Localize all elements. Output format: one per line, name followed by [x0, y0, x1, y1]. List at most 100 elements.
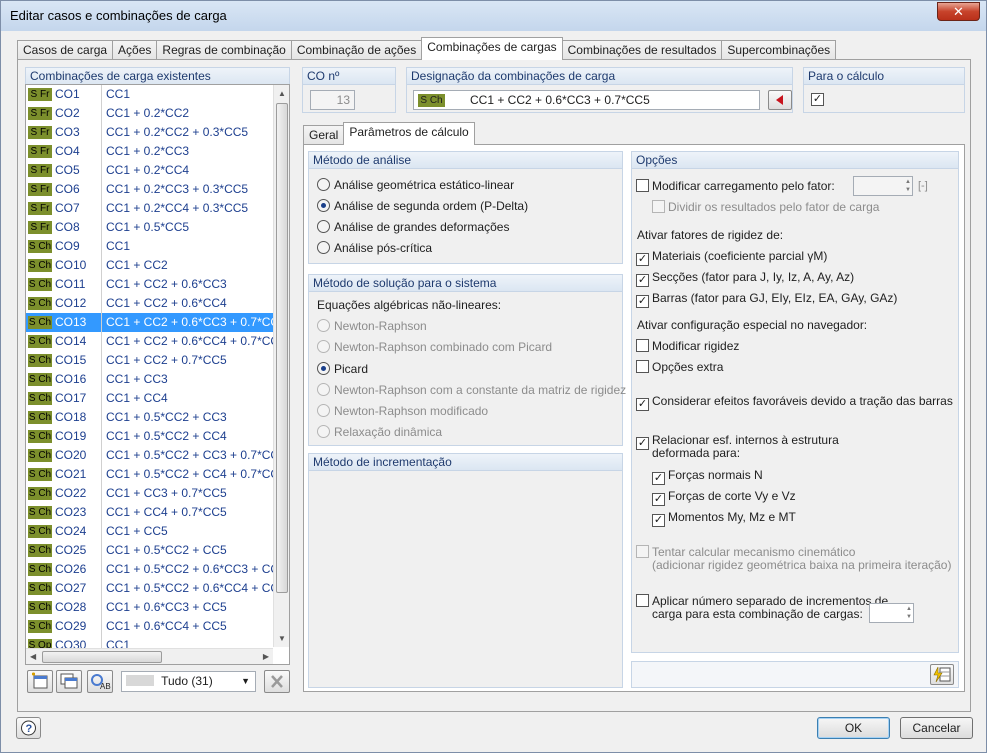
combination-formula: CC1 + CC4 + 0.7*CC5 — [106, 505, 227, 519]
action-type-badge: S Ch — [28, 506, 52, 519]
delete-combination-button[interactable] — [264, 670, 290, 693]
renumber-button[interactable]: AB — [87, 670, 113, 693]
radio-newton-raphson[interactable]: Newton-Raphson — [317, 318, 427, 334]
list-item[interactable]: S Ch CO22 CC1 + CC3 + 0.7*CC5 — [26, 484, 289, 503]
list-item[interactable]: S Ch CO17 CC1 + CC4 — [26, 389, 289, 408]
tab-combinacoes-de-cargas[interactable]: Combinações de cargas — [421, 37, 563, 60]
list-item[interactable]: S Ch CO28 CC1 + 0.6*CC3 + CC5 — [26, 598, 289, 617]
tab-combinacoes-de-resultados[interactable]: Combinações de resultados — [561, 40, 723, 60]
modify-load-factor-checkbox[interactable]: Modificar carregamento pelo fator: — [636, 178, 835, 194]
radio-dynamic-relaxation[interactable]: Relaxação dinâmica — [317, 424, 442, 440]
list-item[interactable]: S Ch CO11 CC1 + CC2 + 0.6*CC3 — [26, 275, 289, 294]
divide-results-checkbox[interactable]: Dividir os resultados pelo fator de carg… — [652, 199, 879, 215]
load-factor-field[interactable]: ▲ ▼ — [853, 176, 913, 196]
list-item[interactable]: S Ch CO26 CC1 + 0.5*CC2 + 0.6*CC3 + CC5 — [26, 560, 289, 579]
designation-arrow-button[interactable] — [768, 90, 792, 110]
list-item[interactable]: S Ch CO19 CC1 + 0.5*CC2 + CC4 — [26, 427, 289, 446]
tab-parametros-de-calculo[interactable]: Parâmetros de cálculo — [343, 122, 475, 145]
filter-select[interactable]: Tudo (31) ▼ — [121, 671, 256, 692]
list-item[interactable]: S Ch CO18 CC1 + 0.5*CC2 + CC3 — [26, 408, 289, 427]
list-item[interactable]: S Fr CO2 CC1 + 0.2*CC2 — [26, 104, 289, 123]
vertical-scrollbar[interactable]: ▲ ▼ — [273, 85, 289, 647]
list-item[interactable]: S Ch CO25 CC1 + 0.5*CC2 + CC5 — [26, 541, 289, 560]
checkbox-box: ✓ — [636, 437, 649, 450]
radio-p-delta[interactable]: Análise de segunda ordem (P-Delta) — [317, 198, 528, 214]
normal-forces-checkbox[interactable]: ✓ Forças normais N — [652, 467, 763, 485]
ok-button[interactable]: OK — [817, 717, 890, 739]
list-item[interactable]: S Ch CO12 CC1 + CC2 + 0.6*CC4 — [26, 294, 289, 313]
favorable-tension-checkbox[interactable]: ✓ Considerar efeitos favoráveis devido a … — [636, 393, 953, 411]
list-item[interactable]: S Ch CO27 CC1 + 0.5*CC2 + 0.6*CC4 + CC5 — [26, 579, 289, 598]
tab-geral[interactable]: Geral — [303, 125, 345, 145]
co-number-label: CO nº — [303, 68, 395, 85]
shear-forces-checkbox[interactable]: ✓ Forças de corte Vy e Vz — [652, 488, 796, 506]
scroll-left-icon[interactable]: ◀ — [30, 652, 36, 661]
extra-options-checkbox[interactable]: Opções extra — [636, 359, 723, 375]
list-item[interactable]: S Ch CO24 CC1 + CC5 — [26, 522, 289, 541]
scroll-down-icon[interactable]: ▼ — [278, 634, 286, 643]
co-number-field[interactable]: 13 — [310, 90, 355, 110]
combination-formula: CC1 + 0.2*CC3 + 0.3*CC5 — [106, 182, 249, 196]
radio-newton-raphson-picard[interactable]: Newton-Raphson combinado com Picard — [317, 339, 552, 355]
horizontal-scrollbar[interactable]: ◀ ▶ — [26, 648, 273, 664]
radio-newton-raphson-constant[interactable]: Newton-Raphson com a constante da matriz… — [317, 382, 626, 398]
materials-checkbox[interactable]: ✓ Materiais (coeficiente parcial γM) — [636, 248, 827, 266]
horizontal-scroll-thumb[interactable] — [42, 651, 162, 663]
list-item[interactable]: S Ch CO15 CC1 + CC2 + 0.7*CC5 — [26, 351, 289, 370]
radio-picard[interactable]: Picard — [317, 361, 368, 377]
radio-post-critical[interactable]: Análise pós-crítica — [317, 240, 432, 256]
modify-stiffness-checkbox[interactable]: Modificar rigidez — [636, 338, 739, 354]
help-button[interactable]: ? — [16, 717, 41, 739]
new-combination-button[interactable] — [27, 670, 53, 693]
members-checkbox[interactable]: ✓ Barras (fator para GJ, EIy, EIz, EA, GA… — [636, 290, 897, 308]
list-item[interactable]: S Ch CO14 CC1 + CC2 + 0.6*CC4 + 0.7*CC5 — [26, 332, 289, 351]
combination-list[interactable]: S Fr CO1 CC1 S Fr CO2 CC1 + 0.2*CC2 S Fr CO3 CC1… — [25, 84, 290, 665]
scroll-right-icon[interactable]: ▶ — [263, 652, 269, 661]
window-title: Editar casos e combinações de carga — [10, 8, 227, 23]
tab-supercombinacoes[interactable]: Supercombinações — [721, 40, 837, 60]
vertical-scroll-thumb[interactable] — [276, 103, 288, 593]
action-type-badge: S Ch — [28, 316, 52, 329]
tab-combinacao-de-acoes[interactable]: Combinação de ações — [290, 40, 423, 60]
moments-checkbox[interactable]: ✓ Momentos My, Mz e MT — [652, 509, 796, 527]
tab-regras-de-combinacao[interactable]: Regras de combinação — [156, 40, 292, 60]
designation-field[interactable]: S Ch CC1 + CC2 + 0.6*CC3 + 0.7*CC5 — [413, 90, 760, 110]
list-item[interactable]: S Ch CO21 CC1 + 0.5*CC2 + CC4 + 0.7*CC5 — [26, 465, 289, 484]
spinner-icon[interactable]: ▲ ▼ — [906, 605, 912, 621]
cancel-button[interactable]: Cancelar — [900, 717, 973, 739]
combination-formula: CC1 + 0.6*CC3 + CC5 — [106, 600, 227, 614]
list-item[interactable]: S Ch CO13 CC1 + CC2 + 0.6*CC3 + 0.7*CC5 — [26, 313, 289, 332]
action-type-badge: S Ch — [28, 601, 52, 614]
copy-combination-button[interactable] — [56, 670, 82, 693]
combination-code: S Ch CO17 — [26, 389, 102, 408]
list-item[interactable]: S Fr CO1 CC1 — [26, 85, 289, 104]
list-item[interactable]: S Fr CO4 CC1 + 0.2*CC3 — [26, 142, 289, 161]
increments-field[interactable]: ▲ ▼ — [869, 603, 914, 623]
sections-checkbox[interactable]: ✓ Secções (fator para J, Iy, Iz, A, Ay, A… — [636, 269, 854, 287]
tab-casos-de-carga[interactable]: Casos de carga — [17, 40, 114, 60]
radio-newton-raphson-modified[interactable]: Newton-Raphson modificado — [317, 403, 488, 419]
settings-button[interactable] — [930, 664, 954, 685]
radio-linear-label: Análise geométrica estático-linear — [334, 178, 515, 192]
tab-acoes[interactable]: Ações — [112, 40, 158, 60]
list-item[interactable]: S Fr CO8 CC1 + 0.5*CC5 — [26, 218, 289, 237]
list-item[interactable]: S Ch CO20 CC1 + 0.5*CC2 + CC3 + 0.7*CC5 — [26, 446, 289, 465]
list-item[interactable]: S Fr CO3 CC1 + 0.2*CC2 + 0.3*CC5 — [26, 123, 289, 142]
designation-text: CC1 + CC2 + 0.6*CC3 + 0.7*CC5 — [470, 93, 650, 107]
separate-increments-label: Aplicar número separado de incrementos d… — [652, 594, 889, 608]
list-item[interactable]: S Ch CO23 CC1 + CC4 + 0.7*CC5 — [26, 503, 289, 522]
list-item[interactable]: S Fr CO6 CC1 + 0.2*CC3 + 0.3*CC5 — [26, 180, 289, 199]
combination-name: CO28 — [55, 600, 87, 614]
scroll-up-icon[interactable]: ▲ — [278, 89, 286, 98]
list-item[interactable]: S Ch CO10 CC1 + CC2 — [26, 256, 289, 275]
list-item[interactable]: S Ch CO9 CC1 — [26, 237, 289, 256]
para-calculo-checkbox[interactable]: ✓ — [811, 93, 824, 106]
list-item[interactable]: S Ch CO29 CC1 + 0.6*CC4 + CC5 — [26, 617, 289, 636]
list-item[interactable]: S Fr CO5 CC1 + 0.2*CC4 — [26, 161, 289, 180]
spinner-icon[interactable]: ▲ ▼ — [905, 178, 911, 194]
list-item[interactable]: S Fr CO7 CC1 + 0.2*CC4 + 0.3*CC5 — [26, 199, 289, 218]
list-item[interactable]: S Ch CO16 CC1 + CC3 — [26, 370, 289, 389]
radio-linear[interactable]: Análise geométrica estático-linear — [317, 177, 514, 193]
close-button[interactable]: ✕ — [937, 2, 980, 21]
radio-large-deformation[interactable]: Análise de grandes deformações — [317, 219, 509, 235]
